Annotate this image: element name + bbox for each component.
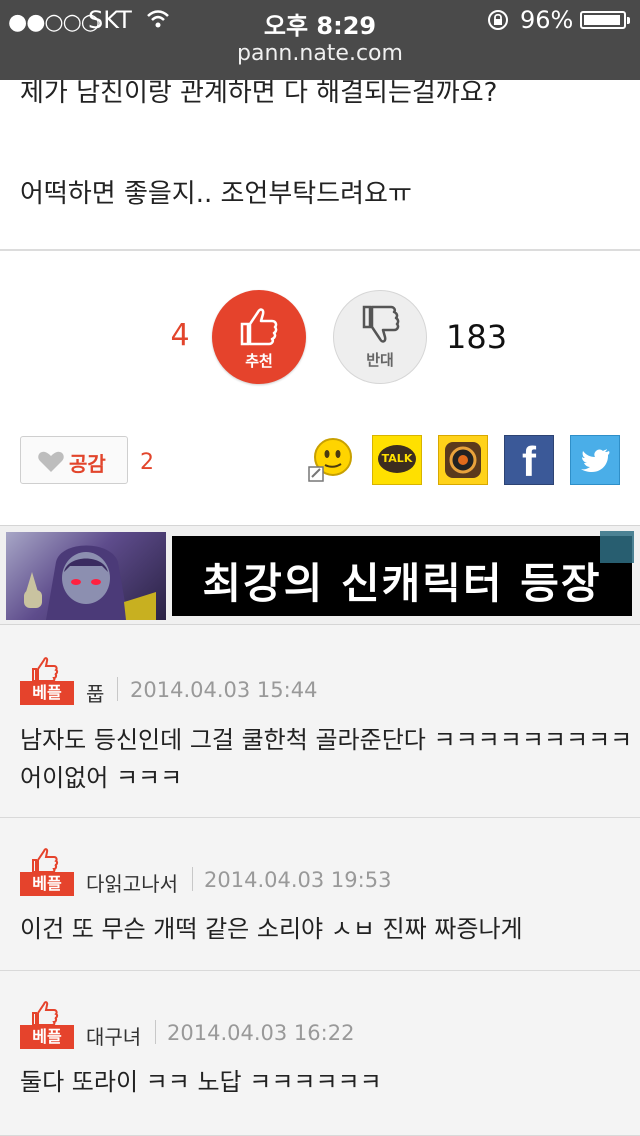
share-twitter-button[interactable] [570, 435, 620, 485]
empathy-count: 2 [140, 450, 154, 475]
ad-headline-box: 최강의 신캐릭터 등장 [172, 536, 632, 616]
battery-level [584, 15, 620, 25]
rotation-lock-icon [486, 9, 510, 35]
divider [192, 867, 193, 891]
divider [155, 1020, 156, 1044]
share-comment-emoji-button[interactable] [305, 435, 355, 485]
comment-item: 베플 다읽고나서 2014.04.03 19:53 이건 또 무슨 개떡 같은 … [0, 818, 640, 971]
comment-text: 둘다 또라이 ㅋㅋ 노답 ㅋㅋㅋㅋㅋㅋ [20, 1063, 382, 1101]
divider [0, 249, 640, 251]
downvote-label: 반대 [366, 351, 394, 369]
comment-item: 베플 대구녀 2014.04.03 16:22 둘다 또라이 ㅋㅋ 노답 ㅋㅋㅋ… [0, 971, 640, 1136]
empathy-label: 공감 [69, 452, 106, 476]
thumbs-down-icon [356, 301, 406, 355]
ad-character-image [6, 532, 166, 620]
heart-icon [37, 450, 65, 478]
twitter-bird-icon [571, 449, 619, 488]
comment-text-line: 둘다 또라이 ㅋㅋ 노답 ㅋㅋㅋㅋㅋㅋ [20, 1068, 382, 1096]
best-comments-list: 베플 풉 2014.04.03 15:44 남자도 등신인데 그걸 쿨한척 골라… [0, 625, 640, 1136]
url-bar[interactable]: pann.nate.com [0, 41, 640, 66]
best-badge-label: 베플 [20, 1025, 74, 1049]
downvote-button[interactable]: 반대 [333, 290, 427, 384]
comment-text: 남자도 등신인데 그걸 쿨한척 골라준단다 ㅋㅋㅋㅋㅋㅋㅋㅋㅋ 어이없어 ㅋㅋㅋ [20, 721, 632, 797]
post-body-line: 어떡하면 좋을지.. 조언부탁드려요ㅠ [20, 179, 412, 209]
facebook-icon: f [522, 438, 536, 485]
comment-text-line: 이건 또 무슨 개떡 같은 소리야 ㅅㅂ 진짜 짜증나게 [20, 915, 523, 943]
battery-icon [580, 11, 630, 29]
best-badge-label: 베플 [20, 872, 74, 896]
downvote-count: 183 [446, 318, 508, 356]
upvote-label: 추천 [245, 352, 273, 370]
comment-date: 2014.04.03 19:53 [204, 868, 392, 892]
share-kakaotalk-button[interactable]: TALK [372, 435, 422, 485]
comment-date: 2014.04.03 15:44 [130, 678, 318, 702]
status-bar: ●●○○○ SKT 오후 8:29 96% pann.nate.com [0, 0, 640, 80]
comment-text-line: 어이없어 ㅋㅋㅋ [20, 764, 183, 792]
comment-date: 2014.04.03 16:22 [167, 1021, 355, 1045]
share-facebook-button[interactable]: f [504, 435, 554, 485]
ad-info-corner[interactable] [600, 531, 634, 563]
best-badge-label: 베플 [20, 681, 74, 705]
best-badge: 베플 [20, 999, 74, 1049]
ad-headline: 최강의 신캐릭터 등장 [202, 559, 602, 608]
share-kakaostory-button[interactable] [438, 435, 488, 485]
empathy-button[interactable]: 공감 [20, 436, 128, 484]
kakaostory-camera-icon [439, 442, 487, 488]
comment-item: 베플 풉 2014.04.03 15:44 남자도 등신인데 그걸 쿨한척 골라… [0, 625, 640, 818]
kakaotalk-icon: TALK [378, 445, 416, 473]
upvote-button[interactable]: 추천 [212, 290, 306, 384]
comment-text-line: 남자도 등신인데 그걸 쿨한척 골라준단다 ㅋㅋㅋㅋㅋㅋㅋㅋㅋ [20, 726, 633, 754]
comment-author[interactable]: 풉 [86, 678, 104, 707]
best-badge: 베플 [20, 655, 74, 705]
comment-author[interactable]: 다읽고나서 [86, 868, 178, 897]
thumbs-up-icon [234, 300, 284, 354]
battery-percent: 96% [520, 6, 574, 34]
comment-text: 이건 또 무슨 개떡 같은 소리야 ㅅㅂ 진짜 짜증나게 [20, 910, 523, 948]
upvote-count: 4 [170, 318, 190, 353]
divider [117, 677, 118, 701]
ad-banner[interactable]: 최강의 신캐릭터 등장 [0, 525, 640, 625]
emoji-face-icon [305, 438, 355, 489]
best-badge: 베플 [20, 846, 74, 896]
comment-author[interactable]: 대구녀 [86, 1021, 141, 1050]
